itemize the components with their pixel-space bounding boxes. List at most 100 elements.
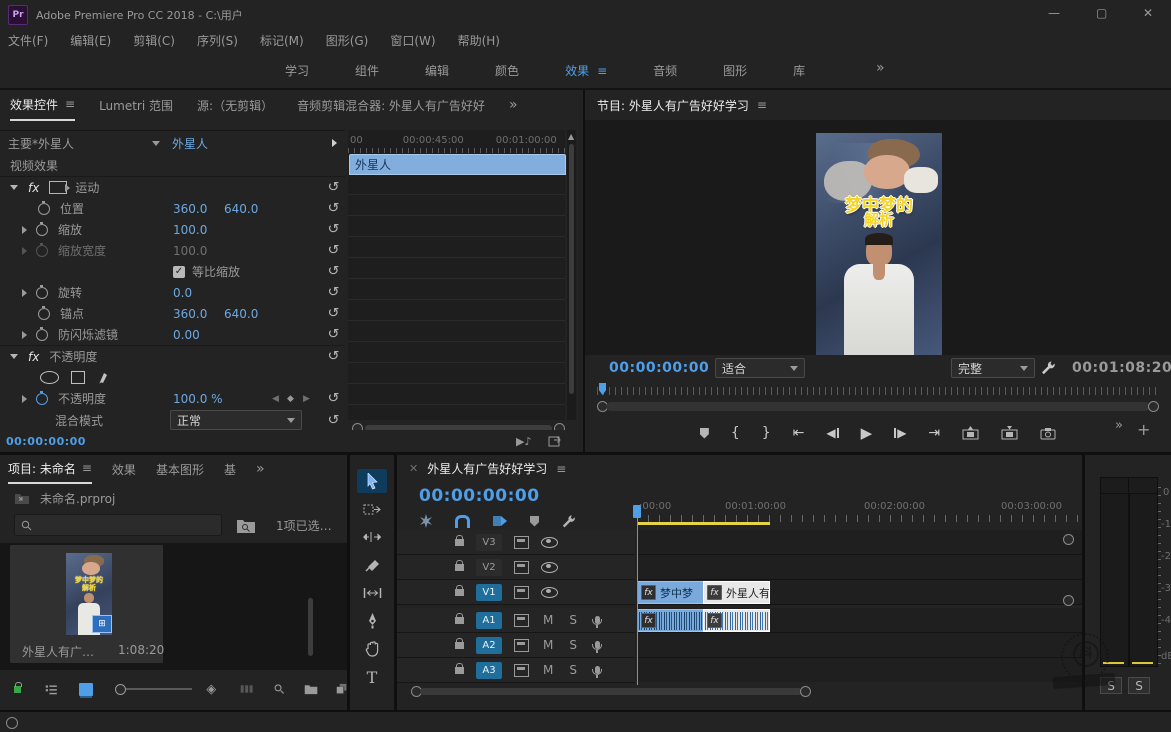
settings-wrench-icon[interactable] <box>1040 360 1056 376</box>
menu-edit[interactable]: 编辑(E) <box>70 32 111 49</box>
ec-row-scale-width[interactable]: 缩放宽度 100.0 ↺ <box>0 240 345 261</box>
track-lane-v3[interactable] <box>637 530 1082 555</box>
new-bin-icon[interactable] <box>304 682 318 696</box>
item-name[interactable]: 外星人有广… <box>22 643 110 660</box>
minimize-button[interactable]: — <box>1048 6 1060 20</box>
ec-mini-ruler[interactable]: 00 00:00:45:00 00:01:00:00 <box>348 135 565 146</box>
sort-icons-icon[interactable]: ◈ <box>206 682 216 697</box>
stopwatch-icon[interactable] <box>38 203 50 215</box>
ec-section-video-effects[interactable]: 视频效果 <box>0 155 345 177</box>
workspace-tab-audio[interactable]: 音频 <box>653 62 677 79</box>
ripple-edit-tool[interactable] <box>357 525 387 549</box>
ec-row-anchor[interactable]: 锚点 360.0 640.0 ↺ <box>0 303 345 324</box>
lock-icon[interactable] <box>455 617 464 624</box>
panel-menu-icon[interactable]: ≡ <box>65 97 75 111</box>
reset-icon[interactable]: ↺ <box>327 413 339 428</box>
find-icon[interactable] <box>274 682 284 696</box>
divider-project-tools[interactable] <box>347 455 350 710</box>
project-item-selected[interactable]: 梦中梦的 解析 ⊞ 外星人有广… 1:08:20 <box>10 545 163 663</box>
workspace-tab-editing[interactable]: 编辑 <box>425 62 449 79</box>
timeline-horizontal-scrollbar[interactable] <box>411 685 811 697</box>
mute-button[interactable]: M <box>543 613 553 627</box>
chevron-right-icon[interactable] <box>22 395 27 403</box>
blend-mode-dropdown[interactable]: 正常 <box>170 410 302 430</box>
ec-row-antiflicker[interactable]: 防闪烁滤镜 0.00 ↺ <box>0 324 345 345</box>
value[interactable]: 100.0 % <box>173 392 223 406</box>
ec-row-opacity[interactable]: 不透明度 100.0 % ◀ ◆ ▶ ↺ <box>0 388 345 409</box>
stopwatch-icon[interactable] <box>38 308 50 320</box>
stopwatch-icon[interactable] <box>36 224 48 236</box>
lock-icon[interactable] <box>455 564 464 571</box>
reset-icon[interactable]: ↺ <box>327 243 339 258</box>
workspace-tab-effects[interactable]: 效果 <box>565 62 589 79</box>
sync-lock-icon[interactable] <box>514 536 529 549</box>
reset-icon[interactable]: ↺ <box>327 327 339 342</box>
reset-icon[interactable]: ↺ <box>327 264 339 279</box>
ec-vertical-scrollbar[interactable]: ▲ <box>567 130 576 420</box>
tab-source-monitor[interactable]: 源:（无剪辑） <box>197 97 273 114</box>
ec-row-uniform-scale[interactable]: ✓ 等比缩放 ↺ <box>0 261 345 282</box>
toggle-timeline-view-icon[interactable] <box>548 434 562 447</box>
icon-view-icon[interactable] <box>79 683 92 696</box>
scroll-handle-right[interactable] <box>1148 401 1159 412</box>
workspace-tab-color[interactable]: 颜色 <box>495 62 519 79</box>
chevron-right-icon[interactable] <box>22 331 27 339</box>
play-audio-icon[interactable]: ▶♪ <box>516 435 531 448</box>
timeline-ruler[interactable]: :00:00 00:01:00:00 00:02:00:00 00:03:00:… <box>637 495 1082 527</box>
clip-v1-dream[interactable]: fx 梦中梦 <box>637 581 704 604</box>
reset-icon[interactable]: ↺ <box>327 349 339 364</box>
tabbar-overflow-icon[interactable]: » <box>256 461 265 477</box>
voiceover-record-icon[interactable] <box>595 666 600 674</box>
close-panel-icon[interactable]: ✕ <box>409 462 418 475</box>
tab-project[interactable]: 项目: 未命名 <box>8 460 76 477</box>
reset-icon[interactable]: ↺ <box>327 201 339 216</box>
menu-clip[interactable]: 剪辑(C) <box>133 32 175 49</box>
voiceover-record-icon[interactable] <box>595 641 600 649</box>
pen-mask-icon[interactable] <box>97 371 111 385</box>
mute-button[interactable]: M <box>543 638 553 652</box>
prev-keyframe-icon[interactable]: ◀ <box>272 394 279 404</box>
panel-menu-icon[interactable]: ≡ <box>82 461 92 475</box>
tab-effects[interactable]: 效果 <box>112 461 136 478</box>
scroll-track[interactable] <box>606 402 1150 411</box>
divider-horizontal[interactable] <box>0 452 1171 455</box>
value[interactable]: 0.0 <box>173 286 192 300</box>
ec-row-position[interactable]: 位置 360.0 640.0 ↺ <box>0 198 345 219</box>
button-editor-icon[interactable]: + <box>1137 420 1150 439</box>
add-keyframe-icon[interactable]: ◆ <box>287 394 294 404</box>
lock-icon[interactable] <box>455 642 464 649</box>
solo-right-button[interactable]: S <box>1128 677 1150 694</box>
scroll-up-icon[interactable]: ▲ <box>568 132 574 141</box>
tab-sequence[interactable]: 外星人有广告好好学习 <box>427 460 547 477</box>
panel-menu-icon[interactable]: ≡ <box>757 98 767 112</box>
mute-button[interactable]: M <box>543 663 553 677</box>
sync-lock-icon[interactable] <box>514 561 529 574</box>
list-view-icon[interactable] <box>45 683 58 696</box>
ec-master-label[interactable]: 主要*外星人 <box>8 135 74 152</box>
ec-row-scale[interactable]: 缩放 100.0 ↺ <box>0 219 345 240</box>
playback-resolution-dropdown[interactable]: 完整 <box>951 358 1035 378</box>
value[interactable]: 100.0 <box>173 223 207 237</box>
ec-row-motion[interactable]: fx 运动 ↺ <box>0 177 345 198</box>
ec-row-rotation[interactable]: 旋转 0.0 ↺ <box>0 282 345 303</box>
razor-tool[interactable] <box>357 553 387 577</box>
divider-timeline-meters[interactable] <box>1082 455 1085 710</box>
menu-help[interactable]: 帮助(H) <box>458 32 500 49</box>
vscroll-handle-top[interactable] <box>1063 534 1074 545</box>
solo-button[interactable]: S <box>569 613 577 627</box>
workspace-tab-learning[interactable]: 学习 <box>285 62 309 79</box>
ec-row-blend-mode[interactable]: 混合模式 正常 ↺ <box>0 409 345 431</box>
value-y[interactable]: 640.0 <box>224 307 258 321</box>
mark-out-icon[interactable]: } <box>762 425 771 441</box>
chevron-right-icon[interactable] <box>22 247 27 255</box>
toggle-track-output-icon[interactable] <box>541 537 558 548</box>
slip-tool[interactable] <box>357 581 387 605</box>
chevron-down-icon[interactable] <box>10 185 18 190</box>
ec-clip-bar[interactable]: 外星人 <box>349 154 566 175</box>
item-thumbnail[interactable]: 梦中梦的 解析 ⊞ <box>66 553 112 635</box>
type-tool[interactable]: T <box>357 665 387 689</box>
panel-menu-icon[interactable]: ≡ <box>556 462 566 476</box>
workspace-tab-assembly[interactable]: 组件 <box>355 62 379 79</box>
ellipse-mask-icon[interactable] <box>40 371 59 384</box>
new-item-icon[interactable] <box>336 682 347 696</box>
